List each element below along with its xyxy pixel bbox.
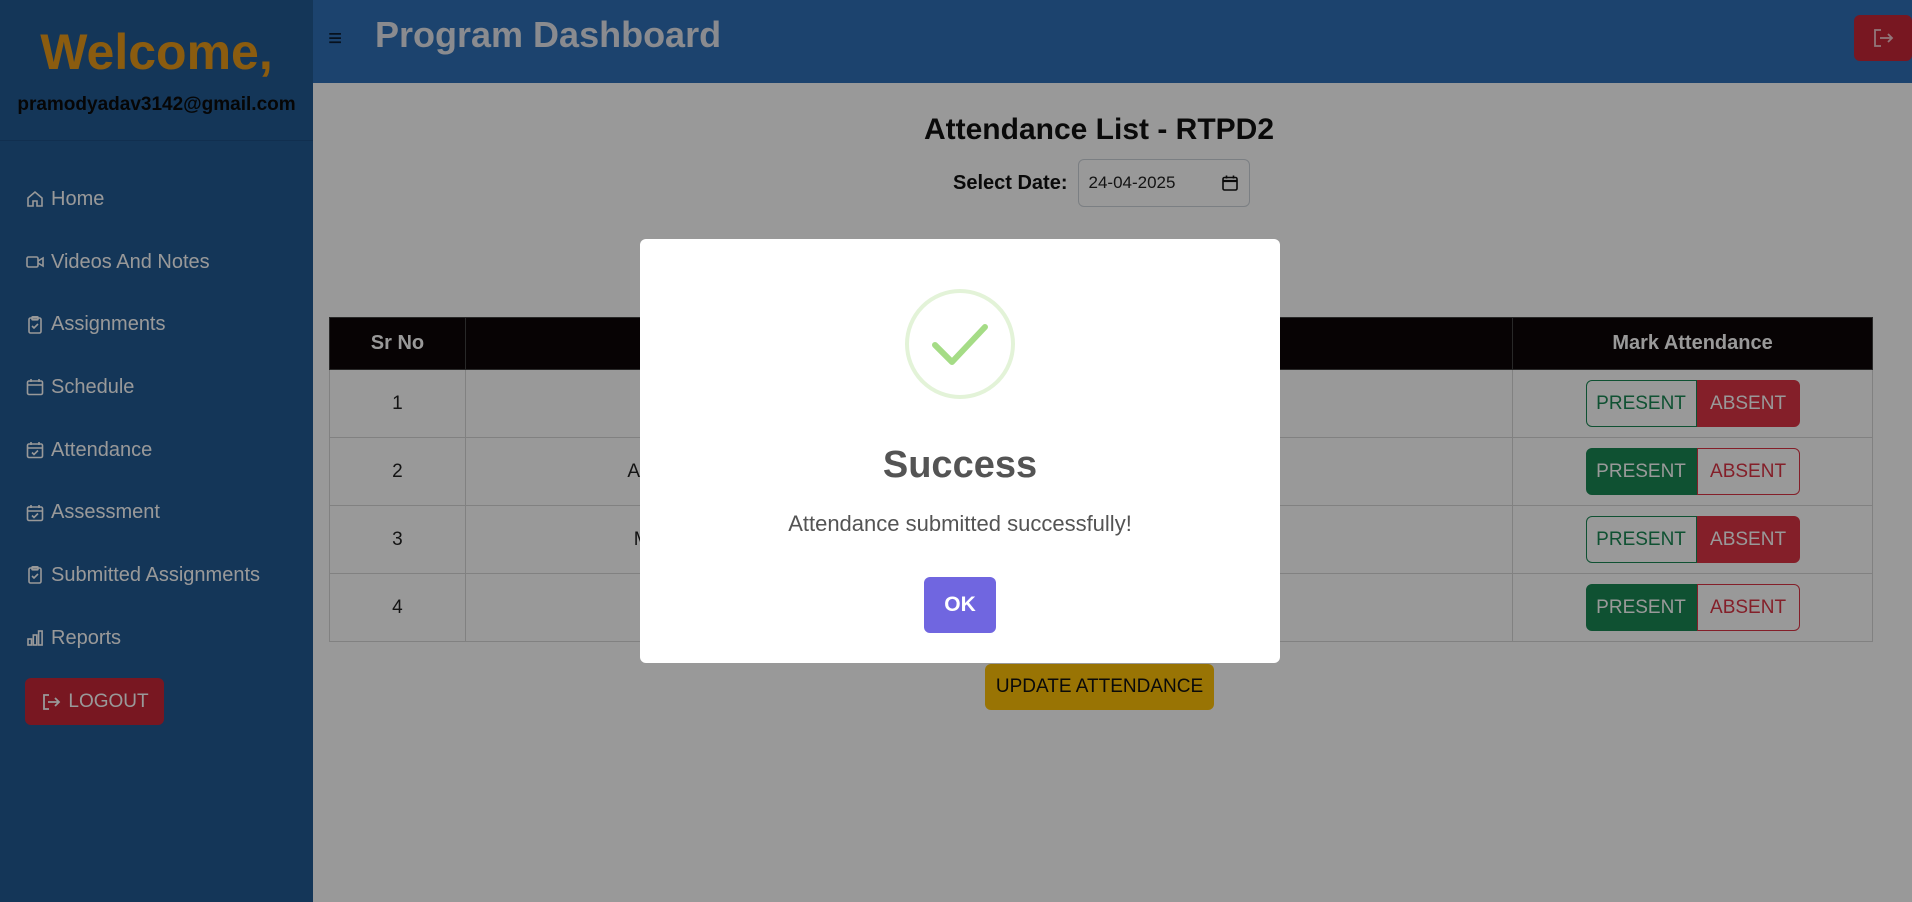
dialog-message: Attendance submitted successfully! (788, 511, 1132, 536)
dialog-title: Success (882, 444, 1038, 486)
success-dialog: Success Attendance submitted successfull… (640, 239, 1280, 663)
success-check-icon (905, 289, 1015, 399)
ok-button[interactable]: OK (924, 577, 996, 633)
